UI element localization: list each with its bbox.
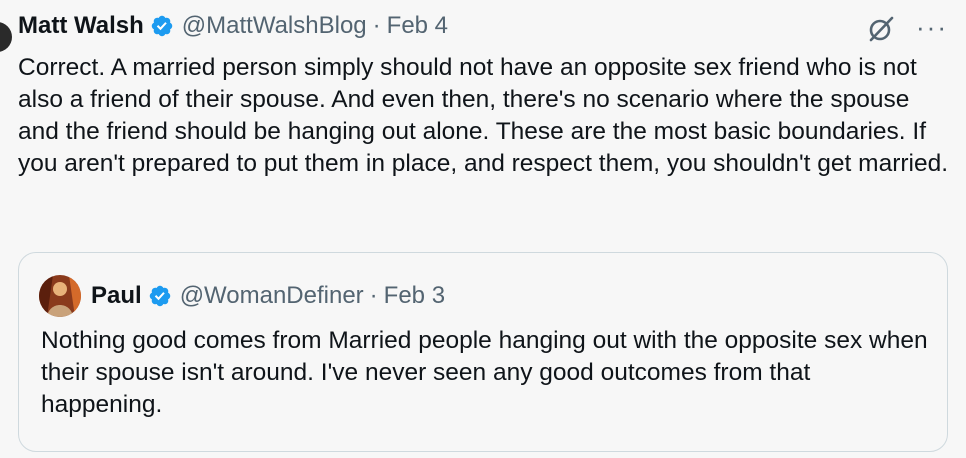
tweet[interactable]: Matt Walsh @MattWalshBlog · Feb 4 ··· Co…: [18, 0, 948, 180]
verified-badge-icon: [148, 284, 172, 308]
author-avatar[interactable]: [0, 22, 12, 52]
verified-badge-icon: [150, 14, 174, 38]
tweet-text: Correct. A married person simply should …: [18, 54, 949, 177]
tweet-header: Matt Walsh @MattWalshBlog · Feb 4: [18, 0, 948, 52]
tweet-date[interactable]: Feb 4: [387, 12, 448, 40]
grok-icon[interactable]: [866, 14, 896, 49]
quoted-author-handle[interactable]: @WomanDefiner: [180, 282, 364, 310]
separator-dot: ·: [369, 282, 378, 309]
quoted-author-avatar[interactable]: [39, 275, 81, 317]
more-icon[interactable]: ···: [916, 14, 948, 47]
quoted-tweet[interactable]: Paul @WomanDefiner · Feb 3 Nothing good …: [18, 252, 948, 452]
quoted-tweet-header: Paul @WomanDefiner · Feb 3: [39, 275, 445, 317]
quoted-author-name[interactable]: Paul: [91, 282, 142, 310]
author-name[interactable]: Matt Walsh: [18, 12, 144, 40]
quoted-tweet-text: Nothing good comes from Married people h…: [41, 327, 928, 418]
quoted-tweet-date[interactable]: Feb 3: [384, 282, 445, 310]
header-actions: ···: [866, 14, 948, 49]
author-handle[interactable]: @MattWalshBlog: [182, 12, 367, 40]
separator-dot: ·: [372, 12, 381, 39]
